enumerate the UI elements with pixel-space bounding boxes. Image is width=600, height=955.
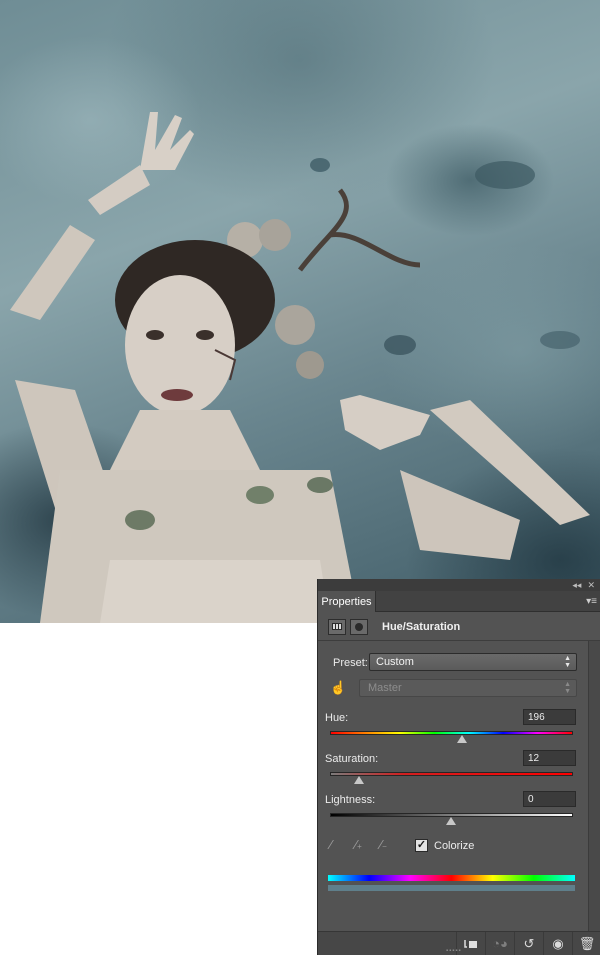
collapse-icon[interactable]: ◂◂ xyxy=(572,580,581,591)
view-previous-icon[interactable]: ◔◕ xyxy=(485,931,514,955)
lightness-input[interactable]: 0 xyxy=(523,791,576,807)
channel-dropdown[interactable]: Master ▲ ▼ xyxy=(359,679,577,697)
colorize-label: Colorize xyxy=(434,840,475,852)
panel-titlebar: ◂◂ ✕ xyxy=(318,579,600,591)
adjustment-title: Hue/Saturation xyxy=(382,620,461,633)
preset-dropdown[interactable]: Custom ▲ ▼ xyxy=(369,653,577,671)
panel-tab-row: Properties ▾≡ xyxy=(318,591,600,612)
adjustment-layer-icon[interactable] xyxy=(328,618,346,635)
saturation-input[interactable]: 12 xyxy=(523,750,576,766)
output-spectrum-bar xyxy=(328,885,575,891)
eyedropper-icon[interactable]: ⁄ xyxy=(330,837,348,855)
hue-input[interactable]: 196 xyxy=(523,709,576,725)
mask-icon[interactable] xyxy=(350,618,368,635)
hue-label: Hue: xyxy=(325,712,349,724)
eyedropper-plus-icon[interactable]: ⁄+ xyxy=(355,837,373,855)
input-spectrum-bar xyxy=(328,875,575,881)
reset-icon[interactable]: ↺ xyxy=(514,931,543,955)
properties-panel: ◂◂ ✕ Properties ▾≡ Hue/Saturation Preset… xyxy=(317,579,600,955)
hue-slider-track[interactable] xyxy=(330,731,573,735)
chevron-updown-icon: ▲ ▼ xyxy=(564,681,571,695)
preset-label: Preset: xyxy=(333,657,368,669)
saturation-label: Saturation: xyxy=(325,753,379,765)
document-canvas-image xyxy=(0,0,600,623)
saturation-slider-track[interactable] xyxy=(330,772,573,776)
lightness-label: Lightness: xyxy=(325,794,376,806)
resize-grip[interactable]: ▪▪▪▪▪ xyxy=(446,948,462,954)
trash-icon[interactable]: 🗑 xyxy=(572,931,600,955)
targeted-adjust-icon[interactable]: ☝ xyxy=(330,680,346,696)
lightness-slider-thumb[interactable] xyxy=(446,817,456,825)
adjustment-header: Hue/Saturation xyxy=(318,613,600,641)
tab-properties[interactable]: Properties xyxy=(318,591,376,612)
artwork-illustration xyxy=(10,112,590,623)
close-icon[interactable]: ✕ xyxy=(587,580,595,591)
visibility-eye-icon[interactable]: ◉ xyxy=(543,931,572,955)
colorize-checkbox[interactable]: ✓ xyxy=(415,839,428,852)
chevron-updown-icon: ▲ ▼ xyxy=(564,655,571,669)
eyedropper-minus-icon[interactable]: ⁄− xyxy=(380,837,398,855)
channel-value: Master xyxy=(368,682,402,694)
panel-scrollbar[interactable] xyxy=(588,641,600,931)
preset-value: Custom xyxy=(376,656,414,668)
saturation-slider-thumb[interactable] xyxy=(354,776,364,784)
hue-slider-thumb[interactable] xyxy=(457,735,467,743)
panel-menu-icon[interactable]: ▾≡ xyxy=(586,596,597,607)
